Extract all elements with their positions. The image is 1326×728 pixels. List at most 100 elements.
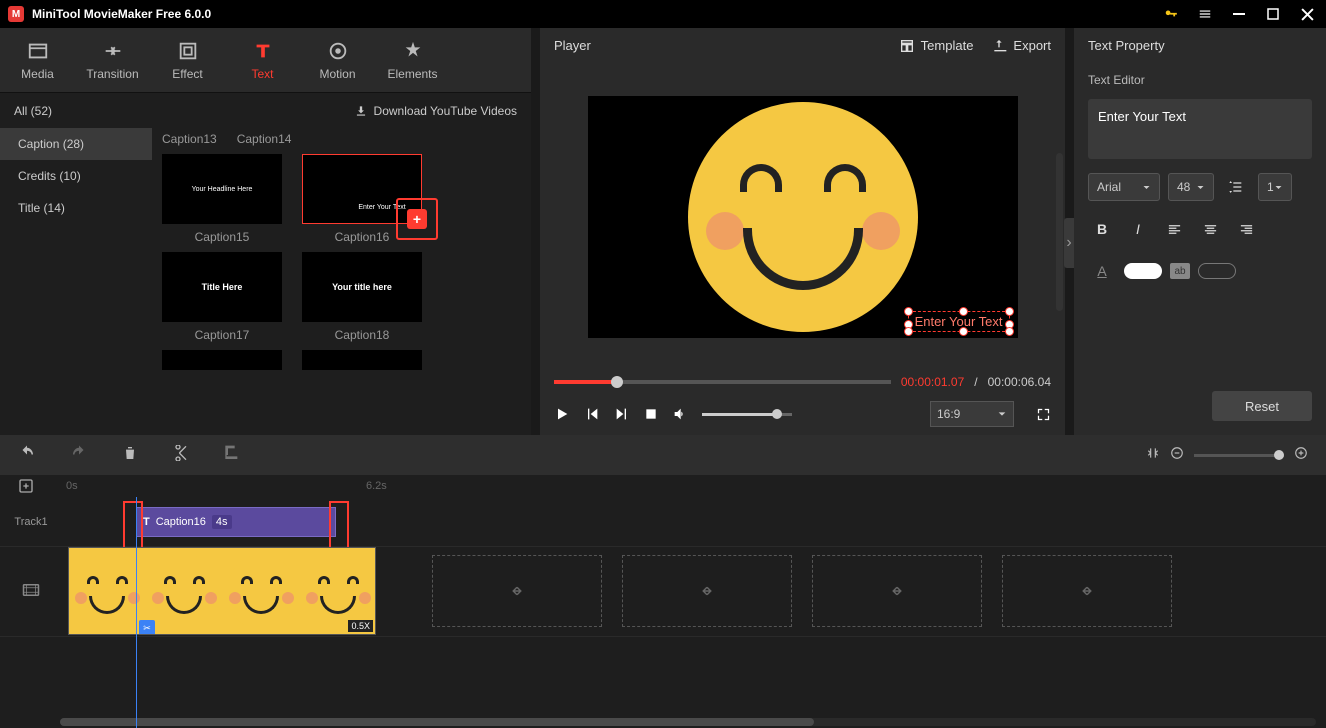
title-bar: M MiniTool MovieMaker Free 6.0.0	[0, 0, 1326, 28]
thumb-label: Caption13	[162, 132, 217, 146]
drop-zone[interactable]	[432, 555, 602, 627]
highlight-color-chip[interactable]	[1198, 263, 1236, 279]
tab-elements[interactable]: Elements	[375, 28, 450, 93]
italic-button[interactable]: I	[1124, 215, 1152, 243]
text-overlay[interactable]: Enter Your Text	[908, 311, 1010, 332]
volume-slider[interactable]	[702, 413, 792, 416]
add-track-icon[interactable]	[18, 478, 34, 497]
thumb-label: Caption14	[237, 132, 292, 146]
crop-button[interactable]	[222, 445, 238, 466]
export-button[interactable]: Export	[991, 38, 1051, 54]
text-property-title: Text Property	[1074, 28, 1326, 63]
ruler-6s: 6.2s	[366, 480, 387, 492]
align-center-button[interactable]	[1196, 215, 1224, 243]
redo-button[interactable]	[70, 444, 88, 467]
thumb-label: Caption15	[195, 230, 250, 244]
timeline-body: Track1 TCaption16 4s 0.5X ✂	[0, 497, 1326, 728]
next-frame-button[interactable]	[614, 406, 630, 422]
bold-button[interactable]: B	[1088, 215, 1116, 243]
category-caption[interactable]: Caption (28)	[0, 128, 152, 160]
split-button[interactable]	[172, 445, 188, 466]
text-track: Track1 TCaption16 4s	[0, 497, 1326, 547]
font-size-select[interactable]: 48	[1168, 173, 1214, 201]
category-title[interactable]: Title (14)	[0, 192, 152, 224]
caption-thumb[interactable]	[162, 350, 282, 370]
tab-transition[interactable]: Transition	[75, 28, 150, 93]
panel-expand-icon[interactable]: ›	[1064, 218, 1074, 268]
time-total: 00:00:06.04	[988, 375, 1051, 389]
undo-button[interactable]	[18, 444, 36, 467]
caption-thumb[interactable]	[302, 350, 422, 370]
template-button[interactable]: Template	[899, 38, 974, 54]
text-color-chip[interactable]	[1124, 263, 1162, 279]
tab-motion[interactable]: Motion	[300, 28, 375, 93]
ruler-0s: 0s	[66, 480, 78, 492]
player-title: Player	[554, 38, 591, 53]
align-left-button[interactable]	[1160, 215, 1188, 243]
speed-badge: 0.5X	[348, 620, 373, 632]
fit-timeline-icon[interactable]	[1146, 446, 1160, 465]
delete-button[interactable]	[122, 445, 138, 466]
maximize-button[interactable]	[1262, 3, 1284, 25]
text-input[interactable]: Enter Your Text	[1088, 99, 1312, 159]
preview-area: Enter Your Text	[540, 63, 1065, 371]
caption15-thumb[interactable]: Your Headline Here	[162, 154, 282, 224]
player-panel: Player Template Export Enter Your Text	[540, 28, 1065, 435]
thumb-label: Caption17	[195, 328, 250, 342]
align-right-button[interactable]	[1232, 215, 1260, 243]
add-highlight	[396, 198, 438, 240]
caption-clip[interactable]: TCaption16 4s	[136, 507, 336, 537]
time-current: 00:00:01.07	[901, 375, 964, 389]
aspect-ratio-select[interactable]: 16:9	[930, 401, 1014, 427]
key-icon[interactable]	[1160, 3, 1182, 25]
font-select[interactable]: Arial	[1088, 173, 1160, 201]
stop-button[interactable]	[644, 407, 658, 421]
emoji-image	[688, 102, 918, 332]
thumb-label: Caption16	[335, 230, 390, 244]
caption17-thumb[interactable]: Title Here	[162, 252, 282, 322]
minimize-button[interactable]	[1228, 3, 1250, 25]
tab-effect[interactable]: Effect	[150, 28, 225, 93]
preview-scrollbar[interactable]	[1056, 153, 1063, 311]
play-button[interactable]	[554, 406, 570, 422]
thumb-label: Caption18	[335, 328, 390, 342]
video-track-icon	[0, 581, 62, 602]
menu-icon[interactable]	[1194, 3, 1216, 25]
category-credits[interactable]: Credits (10)	[0, 160, 152, 192]
category-list: Caption (28) Credits (10) Title (14)	[0, 128, 152, 435]
line-spacing-icon[interactable]	[1222, 173, 1250, 201]
drop-zone[interactable]	[1002, 555, 1172, 627]
timeline-scrollbar[interactable]	[60, 718, 1316, 726]
line-spacing-select[interactable]: 1	[1258, 173, 1292, 201]
scissors-icon[interactable]: ✂	[139, 620, 155, 635]
video-clip[interactable]: 0.5X ✂	[68, 547, 376, 635]
text-property-panel: › Text Property Text Editor Enter Your T…	[1074, 28, 1326, 435]
app-title: MiniTool MovieMaker Free 6.0.0	[32, 7, 211, 21]
download-youtube-link[interactable]: Download YouTube Videos	[354, 104, 517, 118]
volume-icon[interactable]	[672, 406, 688, 422]
track1-label: Track1	[0, 516, 62, 528]
caption18-thumb[interactable]: Your title here	[302, 252, 422, 322]
timeline-ruler[interactable]: 0s 6.2s	[0, 475, 1326, 497]
category-all[interactable]: All (52)	[14, 104, 52, 118]
library-panel: Media Transition Effect Text Motion Elem…	[0, 28, 531, 435]
zoom-slider[interactable]	[1194, 454, 1284, 457]
caption16-thumb[interactable]: Enter Your Text +	[302, 154, 422, 224]
caption-grid: Caption13 Caption14 Your Headline Here C…	[152, 128, 531, 435]
playhead[interactable]	[136, 497, 137, 728]
timeline-panel: 0s 6.2s Track1 TCaption16 4s	[0, 435, 1326, 728]
tab-media[interactable]: Media	[0, 28, 75, 93]
drop-zone[interactable]	[622, 555, 792, 627]
highlight-icon: ab	[1170, 263, 1190, 279]
close-button[interactable]	[1296, 3, 1318, 25]
progress-bar[interactable]	[554, 380, 891, 384]
tab-text[interactable]: Text	[225, 28, 300, 93]
prev-frame-button[interactable]	[584, 406, 600, 422]
zoom-in-button[interactable]	[1294, 446, 1308, 465]
preview-canvas[interactable]: Enter Your Text	[588, 96, 1018, 338]
drop-zone[interactable]	[812, 555, 982, 627]
main-tabs: Media Transition Effect Text Motion Elem…	[0, 28, 531, 93]
reset-button[interactable]: Reset	[1212, 391, 1312, 421]
zoom-out-button[interactable]	[1170, 446, 1184, 465]
fullscreen-button[interactable]	[1036, 407, 1051, 422]
